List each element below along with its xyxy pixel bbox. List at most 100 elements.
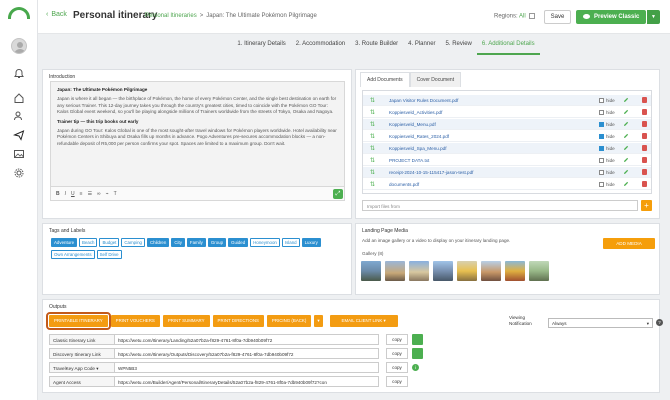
tab-cover-document[interactable]: Cover Document — [409, 72, 462, 87]
save-button[interactable]: Save — [544, 10, 571, 24]
regions-filter[interactable]: Regions: All — [494, 13, 536, 20]
print-vouchers-button[interactable]: PRINT VOUCHERS — [110, 315, 160, 327]
unlink-icon[interactable]: ⌁ — [106, 191, 109, 197]
hide-checkbox[interactable] — [599, 181, 604, 187]
tag-chip[interactable]: Family — [186, 238, 206, 247]
regions-checkbox[interactable] — [529, 13, 536, 19]
tag-chip[interactable]: Budget — [99, 238, 120, 247]
ordered-list-icon[interactable]: ≡ — [80, 191, 83, 197]
hide-toggle[interactable]: hide — [599, 157, 615, 163]
underline-icon[interactable]: U — [71, 191, 75, 197]
hide-checkbox[interactable] — [599, 109, 604, 115]
gallery-thumbnail[interactable] — [457, 261, 477, 281]
hide-toggle[interactable]: hide — [599, 133, 615, 139]
pencil-icon[interactable] — [623, 169, 629, 175]
gear-icon[interactable] — [13, 167, 25, 179]
copy-travelkey-button[interactable]: copy — [386, 362, 408, 373]
hide-checkbox[interactable] — [599, 157, 604, 163]
drag-handle-icon[interactable]: ⇅ — [370, 133, 375, 140]
document-name[interactable]: Koppiesveld_Menu.pdf — [389, 122, 436, 127]
add-media-button[interactable]: ADD MEDIA — [603, 238, 655, 249]
copy-agent-access-button[interactable]: copy — [386, 376, 408, 387]
document-name[interactable]: Koppiesveld_Rates_2024.pdf — [389, 134, 449, 139]
introduction-editor[interactable]: Japan: The Ultimate Pokémon Pilgrimage J… — [50, 81, 345, 187]
gallery-thumbnail[interactable] — [409, 261, 429, 281]
add-file-button[interactable]: + — [641, 200, 652, 211]
drag-handle-icon[interactable]: ⇅ — [370, 97, 375, 104]
tab-step-6[interactable]: 6. Additional Details — [476, 35, 540, 55]
breadcrumb-link[interactable]: Personal Itineraries — [145, 13, 197, 19]
tab-step-1[interactable]: 1. Itinerary Details — [232, 35, 290, 55]
tag-chip[interactable]: Own Arrangements — [51, 250, 95, 259]
travelkey-label[interactable]: TravelKey App Code ▾ — [49, 362, 115, 373]
tag-chip[interactable]: Self Drive — [96, 250, 122, 259]
tag-chip[interactable]: Honeymoon — [250, 238, 280, 247]
printable-itinerary-button[interactable]: PRINTABLE ITINERARY — [46, 312, 111, 330]
tag-chip[interactable]: Beach — [79, 238, 98, 247]
user-avatar[interactable] — [11, 38, 27, 54]
italic-icon[interactable]: I — [65, 191, 66, 197]
pencil-icon[interactable] — [623, 121, 629, 127]
pencil-icon[interactable] — [623, 97, 629, 103]
pricing-back-button[interactable]: PRICING (BACK) — [266, 315, 312, 327]
drag-handle-icon[interactable]: ⇅ — [370, 169, 375, 176]
drag-handle-icon[interactable]: ⇅ — [370, 121, 375, 128]
preview-classic-button[interactable]: Preview Classic — [576, 10, 646, 24]
hide-checkbox[interactable] — [599, 169, 604, 175]
tag-chip[interactable]: Children — [146, 238, 170, 247]
gallery-thumbnail[interactable] — [433, 261, 453, 281]
help-icon[interactable]: ? — [656, 319, 663, 326]
trash-icon[interactable] — [642, 133, 647, 139]
hide-checkbox[interactable] — [599, 97, 604, 103]
pencil-icon[interactable] — [623, 109, 629, 115]
print-directions-button[interactable]: PRINT DIRECTIONS — [212, 315, 264, 327]
preview-dropdown-button[interactable]: ▼ — [647, 10, 660, 24]
home-icon[interactable] — [13, 92, 25, 104]
tab-step-3[interactable]: 3. Route Builder — [350, 35, 403, 55]
send-icon[interactable] — [12, 129, 25, 141]
gallery-thumbnail[interactable] — [529, 261, 549, 281]
drag-handle-icon[interactable]: ⇅ — [370, 145, 375, 152]
app-logo[interactable] — [8, 7, 30, 19]
tab-step-2[interactable]: 2. Accommodation — [291, 35, 350, 55]
hide-checkbox[interactable] — [599, 133, 604, 139]
hide-toggle[interactable]: hide — [599, 145, 615, 151]
users-icon[interactable] — [13, 110, 25, 122]
tag-chip[interactable]: Luxury — [301, 238, 321, 247]
drag-handle-icon[interactable]: ⇅ — [370, 109, 375, 116]
pricing-dropdown-button[interactable]: ▾ — [314, 315, 323, 327]
print-summary-button[interactable]: PRINT SUMMARY — [162, 315, 210, 327]
classic-link-settings-icon[interactable] — [412, 334, 423, 345]
trash-icon[interactable] — [642, 121, 647, 127]
trash-icon[interactable] — [642, 181, 647, 187]
trash-icon[interactable] — [642, 169, 647, 175]
tag-chip[interactable]: Group — [207, 238, 227, 247]
bullet-list-icon[interactable]: ☰ — [88, 191, 92, 197]
pencil-icon[interactable] — [623, 145, 629, 151]
hide-checkbox[interactable] — [599, 121, 604, 127]
trash-icon[interactable] — [642, 145, 647, 151]
tag-chip[interactable]: Guided — [228, 238, 249, 247]
copy-classic-link-button[interactable]: copy — [386, 334, 408, 345]
info-icon[interactable]: i — [412, 364, 419, 371]
document-name[interactable]: Koppiesveld_Spa_Menu.pdf — [389, 146, 446, 151]
document-name[interactable]: documents.pdf — [389, 182, 419, 187]
hide-checkbox[interactable] — [599, 145, 604, 151]
import-files-input[interactable]: Import files from — [362, 200, 638, 211]
discovery-link-settings-icon[interactable] — [412, 348, 423, 359]
discovery-link-value[interactable]: https://wetu.com/Itinerary/Outputs/Disco… — [115, 348, 379, 359]
bell-icon[interactable] — [13, 68, 25, 80]
viewing-notification-select[interactable]: Always ▾ — [548, 318, 653, 328]
travelkey-value[interactable]: WPN5B3 — [115, 362, 379, 373]
tag-chip[interactable]: Camping — [121, 238, 145, 247]
tag-chip[interactable]: Adventure — [51, 238, 78, 247]
hide-toggle[interactable]: hide — [599, 97, 615, 103]
hide-toggle[interactable]: hide — [599, 181, 615, 187]
document-name[interactable]: Koppiesveld_Activities.pdf — [389, 110, 442, 115]
bold-icon[interactable]: B — [56, 191, 60, 197]
email-client-link-button[interactable]: EMAIL CLIENT LINK ▾ — [329, 315, 398, 327]
gallery-thumbnail[interactable] — [385, 261, 405, 281]
classic-link-value[interactable]: https://wetu.com/Itinerary/Landing/52a07… — [115, 334, 379, 345]
gallery-thumbnail[interactable] — [481, 261, 501, 281]
expand-icon[interactable]: ⤢ — [333, 189, 343, 199]
